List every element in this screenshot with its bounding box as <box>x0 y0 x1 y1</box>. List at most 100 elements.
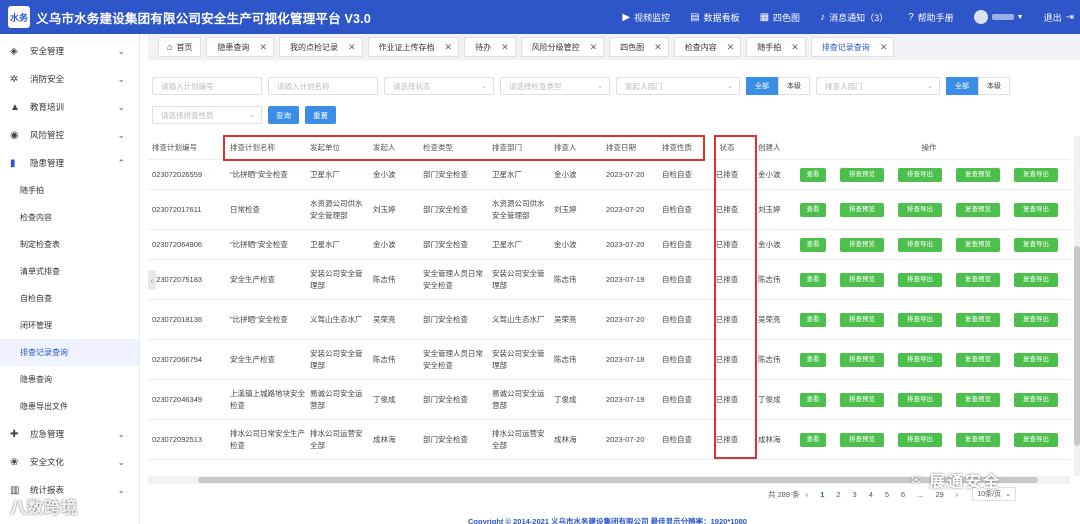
recheck-export-button[interactable]: 复查导出 <box>1014 392 1058 407</box>
inspection-preview-button[interactable]: 排查预览 <box>840 237 884 252</box>
inspection-preview-button[interactable]: 排查预览 <box>840 312 884 327</box>
recheck-preview-button[interactable]: 复查预览 <box>956 167 1000 182</box>
scroll-thumb[interactable] <box>1074 246 1080 446</box>
close-icon[interactable]: ✕ <box>259 42 267 53</box>
sidebar-group-risk[interactable]: ◉ 风险管控 ⌄ <box>0 121 139 149</box>
view-button[interactable]: 查看 <box>800 237 826 252</box>
sidebar-item-self-check[interactable]: 自检自查 <box>0 285 139 312</box>
close-icon[interactable]: ✕ <box>727 42 735 53</box>
sidebar-item-checklist[interactable]: 制定检查表 <box>0 231 139 258</box>
scroll-left-handle[interactable]: ‹ <box>148 270 156 290</box>
tab-hazard-query[interactable]: 隐患查询 ✕ <box>206 37 274 57</box>
sidebar-item-closed-loop[interactable]: 闭环管理 <box>0 312 139 339</box>
query-button[interactable]: 查询 <box>268 106 299 124</box>
tab-inspection-records[interactable]: 排查记录查询 ✕ <box>810 37 895 57</box>
scope-level-button[interactable]: 本级 <box>778 77 810 95</box>
recheck-preview-button[interactable]: 复查预览 <box>956 352 1000 367</box>
reset-button[interactable]: 重置 <box>305 106 336 124</box>
inspection-export-button[interactable]: 排查导出 <box>898 312 942 327</box>
sidebar-group-culture[interactable]: ❀ 安全文化 ⌄ <box>0 448 139 476</box>
user-menu[interactable]: ▼ <box>973 10 1024 24</box>
recheck-preview-button[interactable]: 复查预览 <box>956 272 1000 287</box>
page-5[interactable]: 5 <box>885 490 889 499</box>
sidebar-item-inspection-records[interactable]: 排查记录查询 <box>0 339 139 366</box>
nature-select[interactable]: 请选择排查性质 ⌄ <box>152 106 262 124</box>
page-3[interactable]: 3 <box>853 490 857 499</box>
sidebar-item-list-inspection[interactable]: 清单式排查 <box>0 258 139 285</box>
view-button[interactable]: 查看 <box>800 352 826 367</box>
recheck-export-button[interactable]: 复查导出 <box>1014 167 1058 182</box>
inspection-preview-button[interactable]: 排查预览 <box>840 432 884 447</box>
scope-all-button[interactable]: 全部 <box>746 77 778 95</box>
view-button[interactable]: 查看 <box>800 312 826 327</box>
inspection-export-button[interactable]: 排查导出 <box>898 392 942 407</box>
tab-four-color-map[interactable]: 四色图 ✕ <box>609 37 669 57</box>
recheck-preview-button[interactable]: 复查预览 <box>956 237 1000 252</box>
nav-four-color-map[interactable]: ▦ 四色图 <box>760 11 800 24</box>
vertical-scrollbar[interactable] <box>1074 136 1080 476</box>
close-icon[interactable]: ✕ <box>590 42 598 53</box>
tab-my-checks[interactable]: 我的点检记录 ✕ <box>278 37 363 57</box>
nav-video-monitor[interactable]: ▶ 视频监控 <box>622 11 670 24</box>
sidebar-item-hazard-export[interactable]: 隐患导出文件 <box>0 393 139 420</box>
inspection-export-button[interactable]: 排查导出 <box>898 167 942 182</box>
page-1[interactable]: 1 <box>820 490 824 499</box>
close-icon[interactable]: ✕ <box>348 42 356 53</box>
nav-help[interactable]: ? 帮助手册 <box>908 11 954 24</box>
tab-check-content[interactable]: 检查内容 ✕ <box>673 37 742 57</box>
scope-level-button[interactable]: 本级 <box>978 77 1010 95</box>
inspection-export-button[interactable]: 排查导出 <box>898 237 942 252</box>
plan-id-input[interactable]: 请输入计划编号 <box>152 77 262 95</box>
recheck-preview-button[interactable]: 复查预览 <box>956 312 1000 327</box>
sidebar-item-snapshot[interactable]: 随手拍 <box>0 177 139 204</box>
page-6[interactable]: 6 <box>901 490 905 499</box>
recheck-export-button[interactable]: 复查导出 <box>1014 432 1058 447</box>
inspection-export-button[interactable]: 排查导出 <box>898 432 942 447</box>
view-button[interactable]: 查看 <box>800 432 826 447</box>
tab-permit-archive[interactable]: 作业证上传存档 ✕ <box>367 37 460 57</box>
inspection-export-button[interactable]: 排查导出 <box>898 272 942 287</box>
plan-name-input[interactable]: 请输入计划名称 <box>268 77 378 95</box>
tab-snapshot[interactable]: 随手拍 ✕ <box>746 37 806 57</box>
check-type-select[interactable]: 请选择检查类型 ⌄ <box>500 77 610 95</box>
close-icon[interactable]: ✕ <box>791 42 799 53</box>
page-4[interactable]: 4 <box>869 490 873 499</box>
recheck-export-button[interactable]: 复查导出 <box>1014 202 1058 217</box>
sidebar-group-hazard[interactable]: ▮ 隐患管理 ⌃ <box>0 149 139 177</box>
sidebar-group-training[interactable]: ▲ 教育培训 ⌄ <box>0 93 139 121</box>
view-button[interactable]: 查看 <box>800 272 826 287</box>
inspection-preview-button[interactable]: 排查预览 <box>840 202 884 217</box>
status-select[interactable]: 请选择状态 ⌄ <box>384 77 494 95</box>
close-icon[interactable]: ✕ <box>501 42 509 53</box>
tab-risk-control[interactable]: 风险分级管控 ✕ <box>520 37 605 57</box>
nav-notifications[interactable]: ♪ 消息通知（3） <box>820 11 888 24</box>
scope-all-button[interactable]: 全部 <box>946 77 978 95</box>
sidebar-item-check-content[interactable]: 检查内容 <box>0 204 139 231</box>
sidebar-group-safety[interactable]: ◈ 安全管理 ⌄ <box>0 37 139 65</box>
inspection-preview-button[interactable]: 排查预览 <box>840 167 884 182</box>
tab-home[interactable]: ⌂ 首页 <box>158 37 202 57</box>
recheck-preview-button[interactable]: 复查预览 <box>956 432 1000 447</box>
inspector-dept-select[interactable]: 排查人部门 ⌄ <box>816 77 940 95</box>
view-button[interactable]: 查看 <box>800 202 826 217</box>
view-button[interactable]: 查看 <box>800 392 826 407</box>
recheck-export-button[interactable]: 复查导出 <box>1014 237 1058 252</box>
recheck-export-button[interactable]: 复查导出 <box>1014 312 1058 327</box>
view-button[interactable]: 查看 <box>800 167 826 182</box>
recheck-export-button[interactable]: 复查导出 <box>1014 352 1058 367</box>
prev-page-button[interactable]: ‹ <box>806 490 809 499</box>
inspection-export-button[interactable]: 排查导出 <box>898 202 942 217</box>
recheck-preview-button[interactable]: 复查预览 <box>956 392 1000 407</box>
inspection-preview-button[interactable]: 排查预览 <box>840 272 884 287</box>
close-icon[interactable]: ✕ <box>654 42 662 53</box>
nav-dashboard[interactable]: ▤ 数据看板 <box>690 11 739 24</box>
inspection-preview-button[interactable]: 排查预览 <box>840 392 884 407</box>
inspection-export-button[interactable]: 排查导出 <box>898 352 942 367</box>
sidebar-item-hazard-query[interactable]: 隐患查询 <box>0 366 139 393</box>
close-icon[interactable]: ✕ <box>445 42 453 53</box>
logout-button[interactable]: 退出 ⇥ <box>1044 11 1074 24</box>
close-icon[interactable]: ✕ <box>880 42 888 53</box>
sidebar-group-fire[interactable]: ✲ 消防安全 ⌄ <box>0 65 139 93</box>
initiator-dept-select[interactable]: 发起人部门 ⌄ <box>616 77 740 95</box>
recheck-preview-button[interactable]: 复查预览 <box>956 202 1000 217</box>
